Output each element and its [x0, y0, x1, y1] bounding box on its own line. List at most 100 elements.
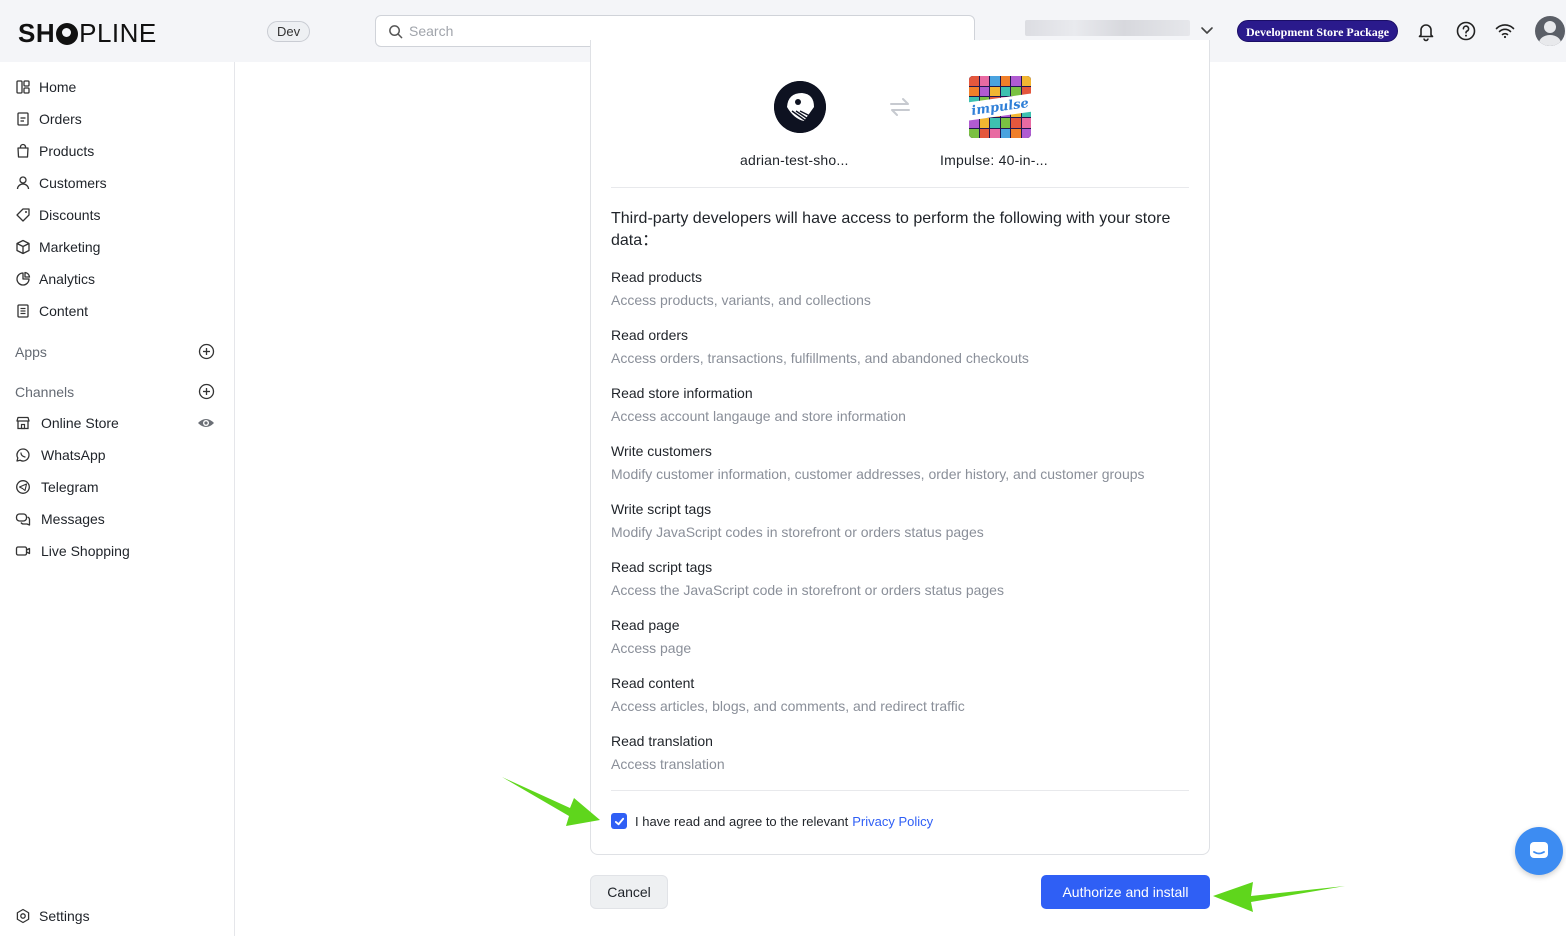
authorize-install-button[interactable]: Authorize and install — [1041, 875, 1210, 909]
logo-tile — [1021, 118, 1031, 128]
sidebar-item-online-store[interactable]: Online Store — [15, 412, 119, 434]
person-icon — [15, 175, 31, 191]
logo-tile — [1000, 118, 1010, 128]
permission-title: Read orders — [611, 327, 689, 343]
permission-desc: Modify JavaScript codes in storefront or… — [611, 524, 984, 540]
avatar[interactable] — [1535, 16, 1565, 46]
add-app-icon[interactable] — [198, 343, 215, 360]
sidebar-item-content[interactable]: Content — [15, 300, 88, 322]
logo-tile — [969, 86, 979, 96]
sidebar-item-telegram[interactable]: Telegram — [15, 476, 99, 498]
sidebar-item-settings[interactable]: Settings — [15, 905, 90, 927]
permission-title: Write customers — [611, 443, 712, 459]
video-icon — [15, 543, 31, 559]
eye-icon[interactable] — [197, 415, 215, 431]
logo-tile — [1011, 118, 1021, 128]
logo-tile — [1011, 76, 1021, 86]
telegram-icon — [15, 479, 31, 495]
logo-tile — [979, 86, 989, 96]
logo-tile — [979, 76, 989, 86]
logo-tile — [1000, 128, 1010, 138]
permission-desc: Access account langauge and store inform… — [611, 408, 906, 424]
permission-desc: Modify customer information, customer ad… — [611, 466, 1145, 482]
chat-bubbles-icon — [15, 511, 31, 527]
logo-tile — [979, 128, 989, 138]
sidebar-item-analytics[interactable]: Analytics — [15, 268, 95, 290]
help-icon[interactable] — [1455, 20, 1477, 42]
sidebar-item-whatsapp[interactable]: WhatsApp — [15, 444, 106, 466]
annotation-arrow-icon — [1213, 882, 1345, 912]
sidebar-item-customers[interactable]: Customers — [15, 172, 107, 194]
logo-tile — [1011, 128, 1021, 138]
logo-tile — [1021, 128, 1031, 138]
permission-item: Read products Access products, variants, … — [611, 268, 1201, 309]
search-input[interactable] — [409, 23, 949, 39]
sidebar: Home Orders Products Customers Discounts… — [0, 62, 235, 936]
permission-title: Read content — [611, 675, 695, 691]
pie-chart-icon — [15, 271, 31, 287]
sidebar-item-home[interactable]: Home — [15, 76, 76, 98]
store-selector-redacted[interactable] — [1025, 20, 1190, 36]
sidebar-item-marketing[interactable]: Marketing — [15, 236, 100, 258]
shopline-logo[interactable]: SH PLINE — [18, 18, 157, 49]
logo-tile — [1000, 86, 1010, 96]
shop-name: adrian-test-sho... — [740, 152, 849, 168]
agree-row: I have read and agree to the relevant Pr… — [611, 813, 933, 829]
permission-desc: Access translation — [611, 756, 725, 772]
permission-item: Read content Access articles, blogs, and … — [611, 674, 1201, 715]
permissions-intro: Third-party developers will have access … — [611, 210, 1171, 249]
shopping-bag-icon — [15, 143, 31, 159]
document-icon — [15, 303, 31, 319]
permission-desc: Access products, variants, and collectio… — [611, 292, 871, 308]
sidebar-item-messages[interactable]: Messages — [15, 508, 105, 530]
agree-text: I have read and agree to the relevant — [635, 813, 849, 829]
logo-tile — [990, 118, 1000, 128]
storefront-icon — [15, 415, 31, 431]
add-channel-icon[interactable] — [198, 383, 215, 400]
orders-icon — [15, 111, 31, 127]
permission-desc: Access orders, transactions, fulfillment… — [611, 350, 1029, 366]
logo-tile — [1021, 76, 1031, 86]
privacy-policy-link[interactable]: Privacy Policy — [852, 814, 933, 829]
logo-o-mark — [56, 22, 79, 45]
permission-desc: Access page — [611, 640, 692, 656]
chevron-down-icon[interactable] — [1199, 22, 1215, 38]
home-icon — [15, 79, 31, 95]
logo-tile — [969, 128, 979, 138]
shop-logo — [774, 81, 826, 133]
wifi-icon[interactable] — [1494, 20, 1516, 42]
whatsapp-icon — [15, 447, 31, 463]
divider — [611, 187, 1189, 188]
chat-button[interactable] — [1515, 827, 1563, 875]
sidebar-item-live-shopping[interactable]: Live Shopping — [15, 540, 130, 562]
permission-title: Read translation — [611, 733, 713, 749]
agree-checkbox[interactable] — [611, 813, 627, 829]
permission-title: Read page — [611, 617, 680, 633]
permission-item: Write customers Modify customer informati… — [611, 442, 1201, 483]
channels-section-label: Channels — [15, 384, 75, 400]
swap-arrows-icon — [890, 98, 910, 116]
bell-icon[interactable] — [1415, 20, 1437, 42]
sidebar-item-discounts[interactable]: Discounts — [15, 204, 100, 226]
logo-tile — [990, 128, 1000, 138]
gear-icon — [15, 908, 31, 924]
logo-tile — [979, 118, 989, 128]
sidebar-item-orders[interactable]: Orders — [15, 108, 82, 130]
apps-section-label: Apps — [15, 344, 47, 360]
permission-item: Read translation Access translation — [611, 732, 1201, 773]
package-badge[interactable]: Development Store Package — [1237, 20, 1399, 42]
tag-icon — [15, 207, 31, 223]
permission-title: Read store information — [611, 385, 753, 401]
permission-item: Read script tags Access the JavaScript co… — [611, 558, 1201, 599]
permission-desc: Access the JavaScript code in storefront… — [611, 582, 1004, 598]
env-badge: Dev — [267, 21, 311, 42]
logo-tile — [990, 76, 1000, 86]
logo-tile — [1000, 76, 1010, 86]
permission-item: Read store information Access account lan… — [611, 384, 1201, 425]
permission-item: Read page Access page — [611, 616, 1201, 657]
cancel-button[interactable]: Cancel — [590, 875, 668, 909]
sidebar-item-products[interactable]: Products — [15, 140, 94, 162]
permission-title: Read script tags — [611, 559, 713, 575]
logo-tile — [969, 76, 979, 86]
divider — [611, 790, 1189, 791]
